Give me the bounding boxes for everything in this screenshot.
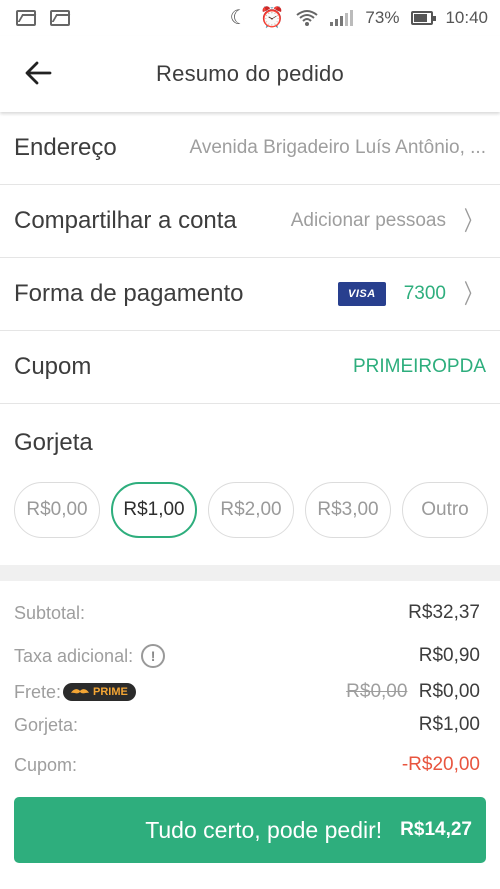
subtotal-line: Subtotal: R$32,37: [14, 602, 480, 624]
coupon-summary-label: Cupom:: [14, 754, 78, 775]
tip-section: Gorjeta R$0,00 R$1,00 R$2,00 R$3,00 Outr…: [0, 403, 500, 565]
add-people-link[interactable]: Adicionar pessoas: [291, 210, 446, 232]
subtotal-value: R$32,37: [408, 602, 480, 623]
delivery-line: Frete: PRIME R$0,00 R$0,00: [14, 681, 480, 703]
coupon-row[interactable]: Cupom PRIMEIROPDA: [0, 331, 500, 404]
prime-badge-label: PRIME: [93, 686, 128, 698]
place-order-button[interactable]: Tudo certo, pode pedir! R$14,27: [14, 797, 486, 863]
arrow-left-icon: [25, 61, 52, 85]
alarm-icon: ⏰: [259, 7, 285, 29]
fee-label: Taxa adicional:: [14, 645, 134, 666]
subtotal-label: Subtotal:: [14, 602, 86, 623]
tip-option-0[interactable]: R$0,00: [14, 482, 100, 538]
address-label: Endereço: [14, 134, 117, 161]
image-icon: [50, 10, 70, 26]
fee-value: R$0,90: [418, 645, 480, 666]
payment-method-label: Forma de pagamento: [14, 280, 244, 307]
place-order-label: Tudo certo, pode pedir!: [145, 816, 383, 843]
tip-summary-line: Gorjeta: R$1,00: [14, 714, 480, 736]
share-bill-label: Compartilhar a conta: [14, 207, 237, 234]
delivery-old-value: R$0,00: [346, 681, 408, 702]
tip-options: R$0,00 R$1,00 R$2,00 R$3,00 Outro: [14, 482, 488, 538]
coupon-code: PRIMEIROPDA: [352, 356, 486, 377]
order-total: R$14,27: [400, 819, 472, 840]
tip-summary-value: R$1,00: [418, 714, 480, 735]
battery-percent: 73%: [365, 8, 400, 27]
prime-badge: PRIME: [63, 683, 136, 701]
status-bar: ☾ ⏰ 73% 10:40: [0, 0, 500, 36]
coupon-summary-value: -R$20,00: [401, 754, 480, 775]
card-last-digits: 7300: [403, 283, 446, 304]
page-title: Resumo do pedido: [156, 61, 344, 86]
coupon-summary-line: Cupom: -R$20,00: [14, 754, 480, 776]
chevron-right-icon: 〉: [463, 279, 483, 309]
app-header: Resumo do pedido: [0, 36, 500, 112]
chevron-right-icon: 〉: [463, 206, 483, 236]
wifi-icon: [296, 10, 319, 26]
address-value: Avenida Brigadeiro Luís Antônio, ...: [189, 137, 486, 158]
tip-option-2[interactable]: R$2,00: [208, 482, 294, 538]
delivery-value: R$0,00: [418, 681, 480, 702]
back-button[interactable]: [22, 58, 56, 88]
moon-icon: ☾: [229, 7, 248, 29]
fee-line: Taxa adicional: ! R$0,90: [14, 644, 480, 668]
visa-card-icon: VISA: [338, 282, 386, 306]
tip-summary-label: Gorjeta:: [14, 714, 79, 735]
tip-option-other[interactable]: Outro: [402, 482, 488, 538]
share-bill-row[interactable]: Compartilhar a conta Adicionar pessoas 〉: [0, 185, 500, 258]
delivery-label: Frete:: [14, 681, 62, 702]
address-row[interactable]: Endereço Avenida Brigadeiro Luís Antônio…: [0, 112, 500, 185]
tip-label: Gorjeta: [14, 429, 93, 456]
tip-option-3[interactable]: R$3,00: [305, 482, 391, 538]
info-icon[interactable]: !: [141, 644, 166, 668]
section-divider: [0, 565, 500, 581]
battery-icon: [411, 11, 437, 25]
signal-icon: [330, 10, 354, 26]
image-icon: [16, 10, 36, 26]
coupon-label: Cupom: [14, 353, 92, 380]
payment-method-row[interactable]: Forma de pagamento VISA 7300 〉: [0, 258, 500, 331]
clock: 10:40: [445, 8, 488, 27]
tip-option-1[interactable]: R$1,00: [111, 482, 197, 538]
mustache-icon: [71, 689, 90, 694]
